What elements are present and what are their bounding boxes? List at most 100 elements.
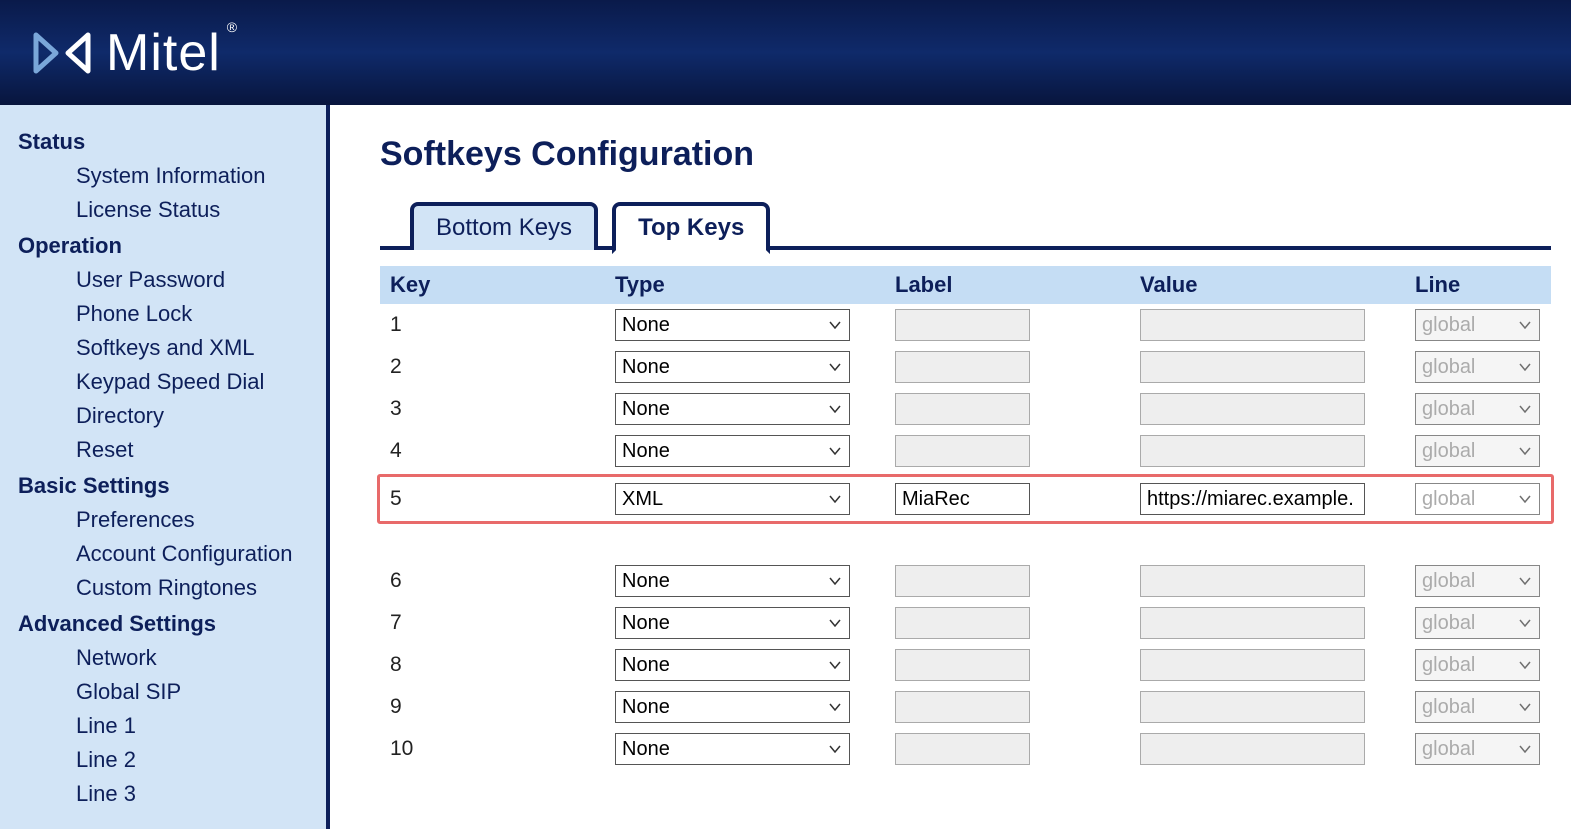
nav-item[interactable]: Line 3 (18, 777, 326, 811)
type-select[interactable]: None (615, 649, 850, 681)
key-number: 10 (380, 735, 605, 763)
table-row: 10 None global (380, 728, 1551, 770)
line-select[interactable]: global (1415, 393, 1540, 425)
value-input[interactable] (1140, 607, 1365, 639)
key-number: 6 (380, 567, 605, 595)
line-select[interactable]: global (1415, 351, 1540, 383)
type-select[interactable]: None (615, 309, 850, 341)
row-gap (380, 526, 1551, 560)
table-row: 2 None global (380, 346, 1551, 388)
nav-item[interactable]: Custom Ringtones (18, 571, 326, 605)
table-row: 6 None global (380, 560, 1551, 602)
line-select[interactable]: global (1415, 691, 1540, 723)
page-title: Softkeys Configuration (380, 135, 1551, 174)
value-input[interactable] (1140, 483, 1365, 515)
main-content: Softkeys Configuration Bottom KeysTop Ke… (330, 105, 1571, 829)
value-input[interactable] (1140, 351, 1365, 383)
label-input[interactable] (895, 483, 1030, 515)
nav-item[interactable]: Line 2 (18, 743, 326, 777)
brand-name: Mitel (106, 23, 221, 83)
table-row: 7 None global (380, 602, 1551, 644)
value-input[interactable] (1140, 309, 1365, 341)
nav-item[interactable]: Keypad Speed Dial (18, 365, 326, 399)
type-select[interactable]: None (615, 351, 850, 383)
value-input[interactable] (1140, 691, 1365, 723)
table-row: 4 None global (380, 430, 1551, 472)
table-row: 1 None global (380, 304, 1551, 346)
tabs: Bottom KeysTop Keys (380, 198, 1551, 250)
column-header-key: Key (380, 266, 605, 304)
logo-icon (30, 31, 94, 75)
softkeys-table: Key Type Label Value Line 1 None global 2 No… (380, 266, 1551, 770)
key-number: 2 (380, 353, 605, 381)
label-input[interactable] (895, 607, 1030, 639)
type-select[interactable]: XML (615, 483, 850, 515)
nav-item[interactable]: Reset (18, 433, 326, 467)
nav-item[interactable]: User Password (18, 263, 326, 297)
line-select[interactable]: global (1415, 435, 1540, 467)
table-row: 9 None global (380, 686, 1551, 728)
key-number: 5 (380, 485, 605, 513)
column-header-label: Label (885, 266, 1130, 304)
nav-item[interactable]: Account Configuration (18, 537, 326, 571)
nav-heading: Advanced Settings (18, 611, 326, 637)
key-number: 9 (380, 693, 605, 721)
column-header-value: Value (1130, 266, 1405, 304)
table-row: 3 None global (380, 388, 1551, 430)
column-header-line: Line (1405, 266, 1540, 304)
nav-item[interactable]: Line 1 (18, 709, 326, 743)
label-input[interactable] (895, 691, 1030, 723)
nav-item[interactable]: Global SIP (18, 675, 326, 709)
label-input[interactable] (895, 309, 1030, 341)
label-input[interactable] (895, 733, 1030, 765)
sidebar: Status System InformationLicense Status Op… (0, 105, 330, 829)
column-header-type: Type (605, 266, 885, 304)
key-number: 3 (380, 395, 605, 423)
nav-heading: Status (18, 129, 326, 155)
tab[interactable]: Top Keys (612, 202, 770, 254)
table-row: 5 XML global (377, 474, 1554, 524)
line-select[interactable]: global (1415, 649, 1540, 681)
line-select[interactable]: global (1415, 733, 1540, 765)
table-body: 1 None global 2 None global 3 None global 4 None gl… (380, 304, 1551, 770)
nav-item[interactable]: License Status (18, 193, 326, 227)
label-input[interactable] (895, 393, 1030, 425)
nav-heading: Basic Settings (18, 473, 326, 499)
type-select[interactable]: None (615, 733, 850, 765)
label-input[interactable] (895, 649, 1030, 681)
key-number: 1 (380, 311, 605, 339)
nav-item[interactable]: Preferences (18, 503, 326, 537)
value-input[interactable] (1140, 393, 1365, 425)
nav-item[interactable]: System Information (18, 159, 326, 193)
value-input[interactable] (1140, 435, 1365, 467)
nav-item[interactable]: Phone Lock (18, 297, 326, 331)
nav-item[interactable]: Directory (18, 399, 326, 433)
table-header-row: Key Type Label Value Line (380, 266, 1551, 304)
label-input[interactable] (895, 435, 1030, 467)
tab[interactable]: Bottom Keys (410, 202, 598, 250)
nav-item[interactable]: Network (18, 641, 326, 675)
type-select[interactable]: None (615, 435, 850, 467)
key-number: 4 (380, 437, 605, 465)
header: Mitel ® (0, 0, 1571, 105)
nav-item[interactable]: Softkeys and XML (18, 331, 326, 365)
type-select[interactable]: None (615, 393, 850, 425)
table-row: 8 None global (380, 644, 1551, 686)
key-number: 7 (380, 609, 605, 637)
nav-heading: Operation (18, 233, 326, 259)
line-select[interactable]: global (1415, 483, 1540, 515)
value-input[interactable] (1140, 565, 1365, 597)
line-select[interactable]: global (1415, 607, 1540, 639)
line-select[interactable]: global (1415, 309, 1540, 341)
line-select[interactable]: global (1415, 565, 1540, 597)
type-select[interactable]: None (615, 565, 850, 597)
brand-logo: Mitel ® (30, 23, 243, 83)
value-input[interactable] (1140, 649, 1365, 681)
label-input[interactable] (895, 351, 1030, 383)
key-number: 8 (380, 651, 605, 679)
type-select[interactable]: None (615, 607, 850, 639)
label-input[interactable] (895, 565, 1030, 597)
value-input[interactable] (1140, 733, 1365, 765)
type-select[interactable]: None (615, 691, 850, 723)
brand-registered: ® (227, 19, 237, 35)
